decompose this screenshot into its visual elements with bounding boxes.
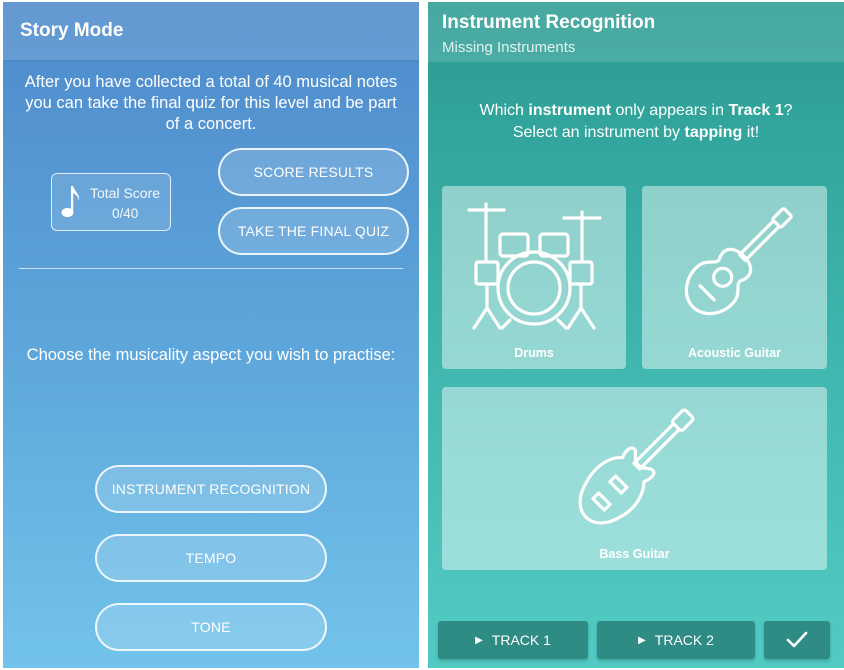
play-icon: ▶ [638, 634, 646, 646]
question-text: Which instrument only appears in Track 1… [428, 100, 844, 144]
tone-button[interactable]: TONE [95, 603, 327, 651]
choose-aspect-text: Choose the musicality aspect you wish to… [26, 346, 396, 364]
question-line-1: Which instrument only appears in Track 1… [479, 102, 793, 119]
bass-guitar-card[interactable]: Bass Guitar [442, 387, 827, 570]
story-mode-screen: Story Mode After you have collected a to… [3, 2, 419, 668]
page-title: Story Mode [20, 20, 124, 41]
page-subtitle: Missing Instruments [442, 39, 576, 56]
track-2-button[interactable]: ▶ TRACK 2 [597, 621, 755, 659]
bass-guitar-icon [578, 408, 695, 525]
drums-card[interactable]: Drums [442, 186, 626, 369]
total-score-value: 0/40 [112, 206, 139, 221]
score-results-button[interactable]: SCORE RESULTS [218, 148, 409, 196]
checkmark-icon [786, 631, 808, 648]
total-score-label: Total Score [90, 185, 161, 201]
take-final-quiz-button[interactable]: TAKE THE FINAL QUIZ [218, 207, 409, 255]
instrument-recognition-button[interactable]: INSTRUMENT RECOGNITION [95, 465, 327, 513]
music-note-icon [61, 186, 80, 218]
drum-kit-icon [467, 202, 602, 330]
acoustic-guitar-card[interactable]: Acoustic Guitar [642, 186, 827, 369]
play-icon: ▶ [475, 634, 483, 646]
track-1-button[interactable]: ▶ TRACK 1 [438, 621, 588, 659]
instrument-recognition-screen: Instrument Recognition Missing Instrumen… [428, 2, 844, 668]
total-score-card: Total Score 0/40 [51, 173, 171, 231]
drums-label: Drums [514, 346, 554, 360]
tempo-button[interactable]: TEMPO [95, 534, 327, 582]
bass-guitar-label: Bass Guitar [599, 547, 670, 561]
acoustic-guitar-label: Acoustic Guitar [687, 346, 782, 360]
confirm-button[interactable] [764, 621, 830, 659]
recognition-app-bar: Instrument Recognition Missing Instrumen… [428, 2, 844, 62]
page-title: Instrument Recognition [442, 12, 656, 33]
acoustic-guitar-icon [684, 207, 793, 316]
story-intro-text: After you have collected a total of 40 m… [24, 73, 398, 133]
question-line-2: Select an instrument by tapping it! [512, 124, 760, 141]
story-mode-app-bar: Story Mode [3, 2, 419, 60]
track-2-label: TRACK 2 [654, 632, 714, 648]
section-divider [19, 268, 403, 269]
track-1-label: TRACK 1 [491, 632, 551, 648]
